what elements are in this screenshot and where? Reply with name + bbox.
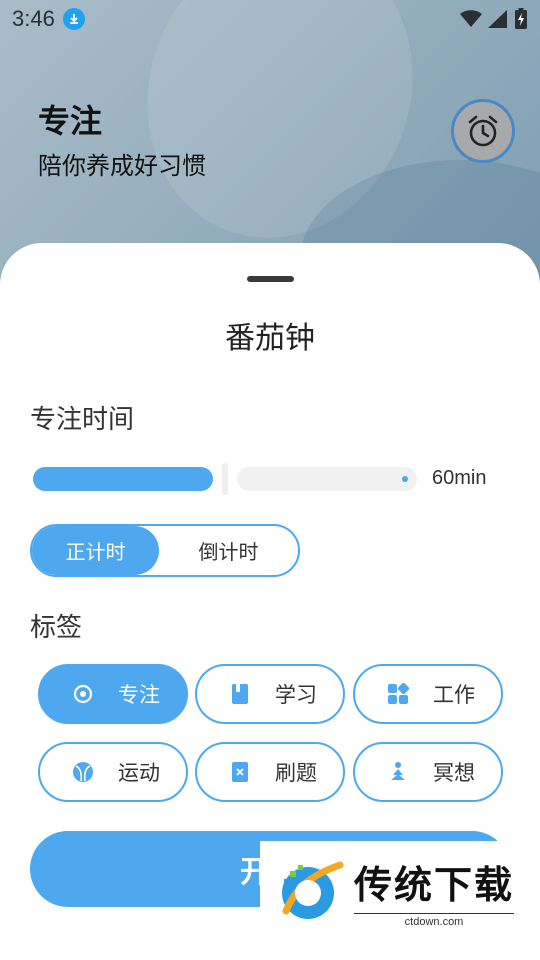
slider-end-dot <box>402 476 408 482</box>
duration-value: 60min <box>432 467 487 489</box>
status-time: 3:46 <box>12 6 55 31</box>
tag-study[interactable]: 学习 <box>195 664 345 724</box>
tag-focus[interactable]: 专注 <box>38 664 188 724</box>
sheet-title: 番茄钟 <box>225 321 315 356</box>
tag-work[interactable]: 工作 <box>353 664 503 724</box>
countdown-option[interactable]: 倒计时 <box>159 526 298 575</box>
watermark-name: 传统下载 <box>354 862 515 907</box>
watermark: 传统下载 ctdown.com <box>260 841 540 940</box>
book-icon <box>229 683 251 705</box>
meditation-icon <box>387 761 409 783</box>
tag-label: 工作 <box>433 683 475 707</box>
watermark-url: ctdown.com <box>354 912 515 928</box>
timer-mode-toggle: 正计时 倒计时 <box>30 524 300 577</box>
ball-icon <box>72 761 94 783</box>
focus-time-label: 专注时间 <box>30 405 135 435</box>
tag-label: 刷题 <box>275 761 317 785</box>
tag-label: 专注 <box>118 683 160 707</box>
page-title: 专注 <box>38 102 103 140</box>
watermark-text: 传统下载 ctdown.com <box>354 854 515 928</box>
tag-label: 学习 <box>275 683 317 707</box>
duration-slider-thumb[interactable] <box>222 463 228 495</box>
signal-icon <box>488 10 507 28</box>
tags-label: 标签 <box>30 613 83 643</box>
battery-icon <box>515 8 527 29</box>
tag-meditation[interactable]: 冥想 <box>353 742 503 802</box>
duration-slider-track[interactable] <box>237 467 417 491</box>
tag-label: 运动 <box>118 761 160 785</box>
tag-label: 冥想 <box>433 761 475 785</box>
sheet-drag-handle[interactable] <box>247 276 294 282</box>
duration-slider-fill[interactable] <box>33 467 213 491</box>
page-subtitle: 陪你养成好习惯 <box>38 152 206 180</box>
download-icon <box>62 8 85 30</box>
tag-sport[interactable]: 运动 <box>38 742 188 802</box>
note-icon <box>229 761 251 783</box>
eye-icon <box>72 683 94 705</box>
alarm-button[interactable] <box>451 99 515 163</box>
wifi-icon <box>460 10 482 27</box>
alarm-clock-icon <box>468 115 498 147</box>
status-bar: 3:46 <box>0 0 540 38</box>
status-icons <box>460 8 528 30</box>
tag-practice[interactable]: 刷题 <box>195 742 345 802</box>
count-up-option[interactable]: 正计时 <box>32 526 159 575</box>
watermark-logo <box>282 861 344 919</box>
apps-icon <box>387 683 409 705</box>
